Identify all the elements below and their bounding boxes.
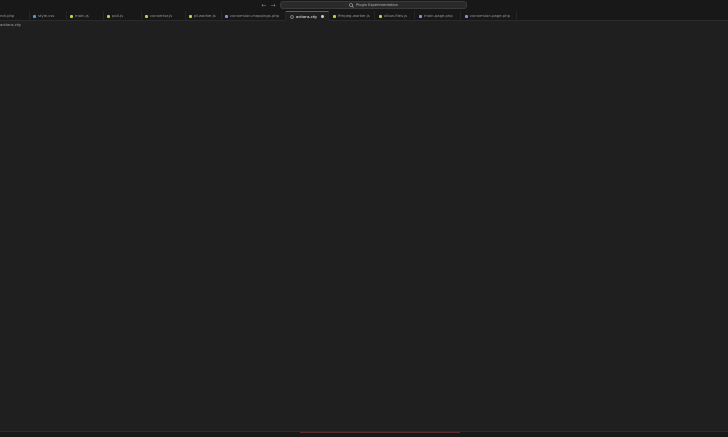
tab-allow-files-js[interactable]: allow-files.js [375, 11, 415, 21]
search-icon [349, 2, 354, 8]
php-file-icon [225, 14, 228, 18]
tab-label: main.js [75, 13, 89, 18]
tab-label: main-page.php [424, 13, 453, 18]
tab-label: conversion-mappings.php [230, 13, 280, 18]
js-file-icon [189, 14, 192, 18]
tab-pf-worker-js[interactable]: pf-worker.js [186, 11, 222, 21]
tab-label: ffmpeg-worker.js [338, 13, 370, 18]
js-file-icon [333, 14, 336, 18]
editor-tab-bar: ndi.php style.css main.js poll.js conver… [0, 11, 728, 21]
gear-icon [290, 14, 294, 19]
status-divider [300, 432, 460, 433]
back-arrow-icon[interactable]: ← [260, 1, 268, 10]
js-file-icon [379, 14, 382, 18]
tab-conversion-mappings-php[interactable]: conversion-mappings.php [222, 11, 286, 21]
tab-label: actions.cfg [296, 13, 317, 19]
unsaved-dot-icon[interactable] [320, 15, 324, 18]
tab-style-css[interactable]: style.css [30, 11, 67, 21]
vscode-window: ← → Plugin Experimentation ndi.php style… [0, 0, 728, 437]
title-bar: ← → Plugin Experimentation [0, 0, 728, 11]
php-file-icon [419, 14, 422, 18]
forward-arrow-icon[interactable]: → [269, 1, 277, 10]
tab-conversion-page-php[interactable]: conversion-page.php [461, 11, 517, 21]
tab-label: conversion-page.php [470, 13, 511, 18]
tab-main-page-php[interactable]: main-page.php [415, 11, 461, 21]
tab-actions-cfg[interactable]: actions.cfg [286, 11, 329, 21]
breadcrumb[interactable]: actions.cfg [0, 21, 21, 29]
tab-label: poll.js [112, 13, 124, 18]
js-file-icon [107, 14, 110, 18]
editor-area[interactable] [0, 29, 728, 431]
css-file-icon [33, 14, 36, 18]
js-file-icon [145, 14, 148, 18]
status-bar [0, 431, 728, 437]
tab-ndi-php[interactable]: ndi.php [0, 11, 30, 21]
tab-label: allow-files.js [384, 13, 408, 18]
tab-label: style.css [38, 13, 55, 18]
php-file-icon [465, 14, 468, 18]
command-center-label: Plugin Experimentation [356, 3, 398, 7]
tab-poll-js[interactable]: poll.js [104, 11, 142, 21]
tab-main-js[interactable]: main.js [67, 11, 104, 21]
tab-label: ndi.php [0, 13, 15, 18]
command-center-search[interactable]: Plugin Experimentation [280, 1, 467, 9]
tab-convertor-js[interactable]: convertor.js [142, 11, 186, 21]
tab-label: convertor.js [150, 13, 173, 18]
js-file-icon [70, 14, 73, 18]
tab-ffmpeg-worker-js[interactable]: ffmpeg-worker.js [329, 11, 375, 21]
tab-label: pf-worker.js [194, 13, 216, 18]
breadcrumb-file[interactable]: actions.cfg [0, 22, 21, 28]
